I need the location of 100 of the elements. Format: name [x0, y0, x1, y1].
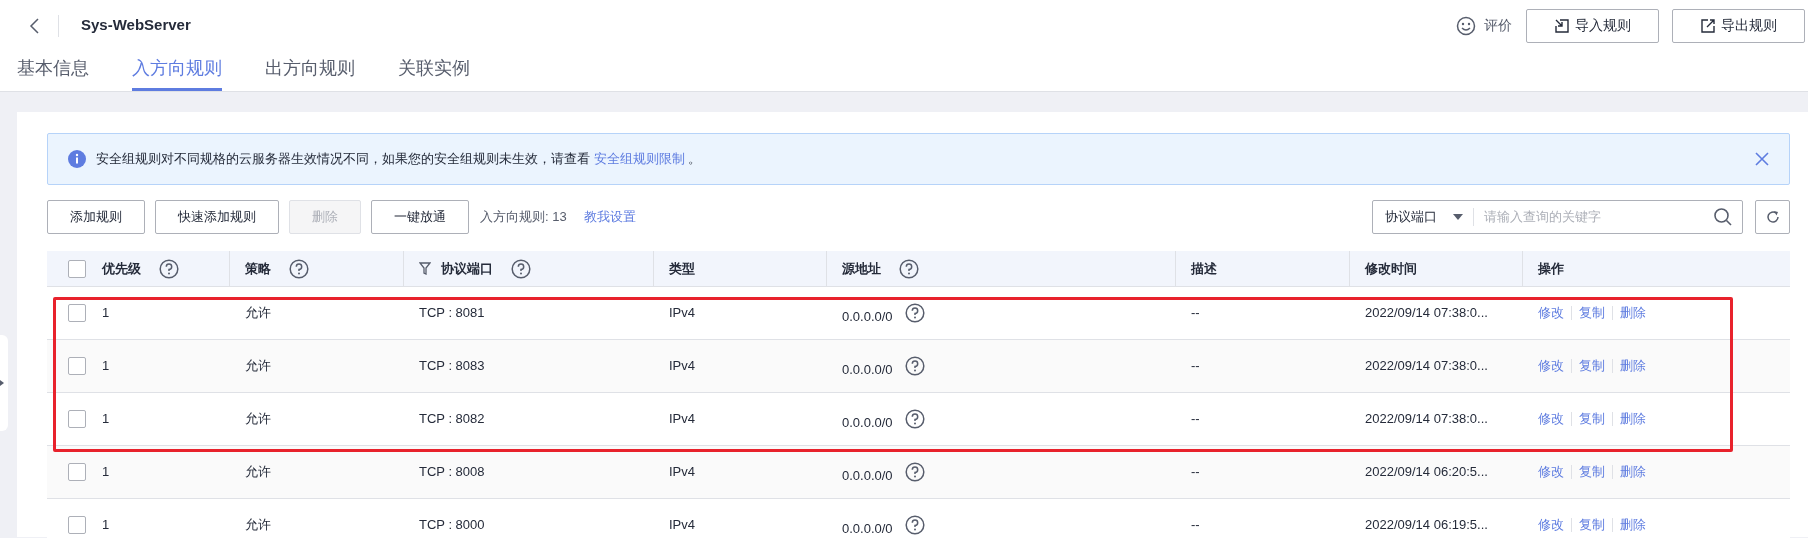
- checkbox[interactable]: [68, 357, 86, 375]
- table-cell-text: 2022/09/14 07:38:0...: [1365, 410, 1488, 429]
- page-title: Sys-WebServer: [81, 15, 191, 36]
- close-icon[interactable]: [1755, 152, 1769, 166]
- column-header: 协议端口: [441, 259, 493, 278]
- column-header: 操作: [1538, 259, 1564, 278]
- table-cell-text: --: [1191, 516, 1200, 535]
- import-button[interactable]: 导入规则: [1526, 8, 1659, 43]
- action-link[interactable]: 复制: [1579, 303, 1605, 323]
- help-icon[interactable]: [904, 515, 925, 535]
- table-cell-text: --: [1191, 410, 1200, 429]
- feedback-link[interactable]: 评价: [1484, 15, 1512, 36]
- table-cell-text: 1: [102, 410, 110, 429]
- back-icon[interactable]: [28, 16, 42, 35]
- refresh-icon: [1765, 210, 1780, 224]
- action-link[interactable]: 复制: [1579, 515, 1605, 535]
- column-header: 描述: [1191, 259, 1217, 278]
- action-link[interactable]: 删除: [1620, 356, 1646, 376]
- table-cell-text: 0.0.0.0/0: [842, 361, 893, 380]
- table-cell-text: IPv4: [669, 463, 695, 482]
- action-link[interactable]: 复制: [1579, 356, 1605, 376]
- action-link[interactable]: 修改: [1538, 356, 1564, 376]
- column-header: 类型: [669, 259, 695, 278]
- checkbox[interactable]: [68, 259, 86, 278]
- table-cell-text: 允许: [245, 463, 271, 482]
- table-cell-text: 2022/09/14 07:38:0...: [1365, 304, 1488, 323]
- table-cell-text: --: [1191, 357, 1200, 376]
- table-cell-text: TCP : 8082: [419, 410, 485, 429]
- table-cell-text: TCP : 8081: [419, 304, 485, 323]
- arrow-icon: [0, 379, 5, 387]
- help-icon[interactable]: [159, 258, 179, 279]
- tab[interactable]: 关联实例: [398, 51, 470, 91]
- checkbox[interactable]: [68, 304, 86, 322]
- table-cell-text: 1: [102, 357, 110, 376]
- table-cell-text: TCP : 8083: [419, 357, 485, 376]
- toolbar-button[interactable]: 一键放通: [371, 200, 469, 234]
- action-link[interactable]: 删除: [1620, 409, 1646, 429]
- table-cell-text: 0.0.0.0/0: [842, 467, 893, 486]
- checkbox[interactable]: [68, 463, 86, 481]
- column-header: 优先级: [102, 259, 141, 278]
- action-link[interactable]: 修改: [1538, 462, 1564, 482]
- side-panel-handle[interactable]: [0, 335, 8, 431]
- table-cell-text: 0.0.0.0/0: [842, 308, 893, 327]
- search-icon[interactable]: [1714, 208, 1732, 226]
- table-cell-text: TCP : 8000: [419, 516, 485, 535]
- table-cell-text: 2022/09/14 07:38:0...: [1365, 357, 1488, 376]
- tab[interactable]: 出方向规则: [265, 51, 355, 91]
- action-link[interactable]: 复制: [1579, 409, 1605, 429]
- table-cell-text: 0.0.0.0/0: [842, 414, 893, 433]
- table-cell-text: --: [1191, 463, 1200, 482]
- action-link[interactable]: 复制: [1579, 462, 1605, 482]
- table-cell-text: 1: [102, 304, 110, 323]
- toolbar-button[interactable]: 添加规则: [47, 200, 145, 234]
- import-icon: [1554, 18, 1569, 33]
- help-icon[interactable]: [904, 409, 925, 429]
- filter-icon[interactable]: [419, 262, 431, 275]
- table-cell-text: --: [1191, 304, 1200, 323]
- action-link[interactable]: 删除: [1620, 303, 1646, 323]
- export-icon: [1700, 18, 1715, 33]
- column-header: 策略: [245, 259, 271, 278]
- help-icon[interactable]: [511, 258, 531, 279]
- table-cell-text: 允许: [245, 304, 271, 323]
- table-cell-text: 允许: [245, 410, 271, 429]
- action-link[interactable]: 删除: [1620, 462, 1646, 482]
- table-cell-text: TCP : 8008: [419, 463, 485, 482]
- table-cell-text: IPv4: [669, 516, 695, 535]
- help-icon[interactable]: [899, 258, 919, 279]
- table-cell-text: 1: [102, 463, 110, 482]
- refresh-button[interactable]: [1755, 200, 1790, 234]
- filter-dropdown[interactable]: 协议端口: [1373, 207, 1453, 227]
- table-cell-text: 2022/09/14 06:20:5...: [1365, 463, 1488, 482]
- tab[interactable]: 基本信息: [17, 51, 89, 91]
- action-link[interactable]: 修改: [1538, 303, 1564, 323]
- alert-text: 安全组规则对不同规格的云服务器生效情况不同，如果您的安全组规则未生效，请查看 安全组规则限制 。: [96, 150, 702, 169]
- rule-count: 入方向规则: 13: [480, 208, 567, 227]
- help-icon[interactable]: [289, 258, 309, 279]
- keyword-input[interactable]: 请输入查询的关键字: [1484, 207, 1714, 227]
- action-link[interactable]: 修改: [1538, 409, 1564, 429]
- table-cell-text: IPv4: [669, 410, 695, 429]
- table-cell-text: 1: [102, 516, 110, 535]
- help-icon[interactable]: [904, 303, 925, 323]
- help-link[interactable]: 教我设置: [583, 207, 636, 227]
- smiley-icon[interactable]: [1456, 15, 1476, 36]
- info-icon: [68, 150, 86, 168]
- caret-icon: [1453, 214, 1463, 220]
- action-link[interactable]: 修改: [1538, 515, 1564, 535]
- tab[interactable]: 入方向规则: [132, 51, 222, 91]
- search-field[interactable]: 协议端口 请输入查询的关键字: [1372, 200, 1743, 234]
- help-icon[interactable]: [904, 462, 925, 482]
- help-icon[interactable]: [904, 356, 925, 376]
- limits-link[interactable]: 安全组规则限制: [593, 151, 685, 167]
- table-cell-text: 允许: [245, 357, 271, 376]
- export-button[interactable]: 导出规则: [1672, 8, 1805, 43]
- action-link[interactable]: 删除: [1620, 515, 1646, 535]
- checkbox[interactable]: [68, 516, 86, 534]
- column-header: 修改时间: [1365, 259, 1417, 278]
- checkbox[interactable]: [68, 410, 86, 428]
- table-cell-text: IPv4: [669, 304, 695, 323]
- toolbar-button[interactable]: 快速添加规则: [155, 200, 279, 234]
- table-cell-text: IPv4: [669, 357, 695, 376]
